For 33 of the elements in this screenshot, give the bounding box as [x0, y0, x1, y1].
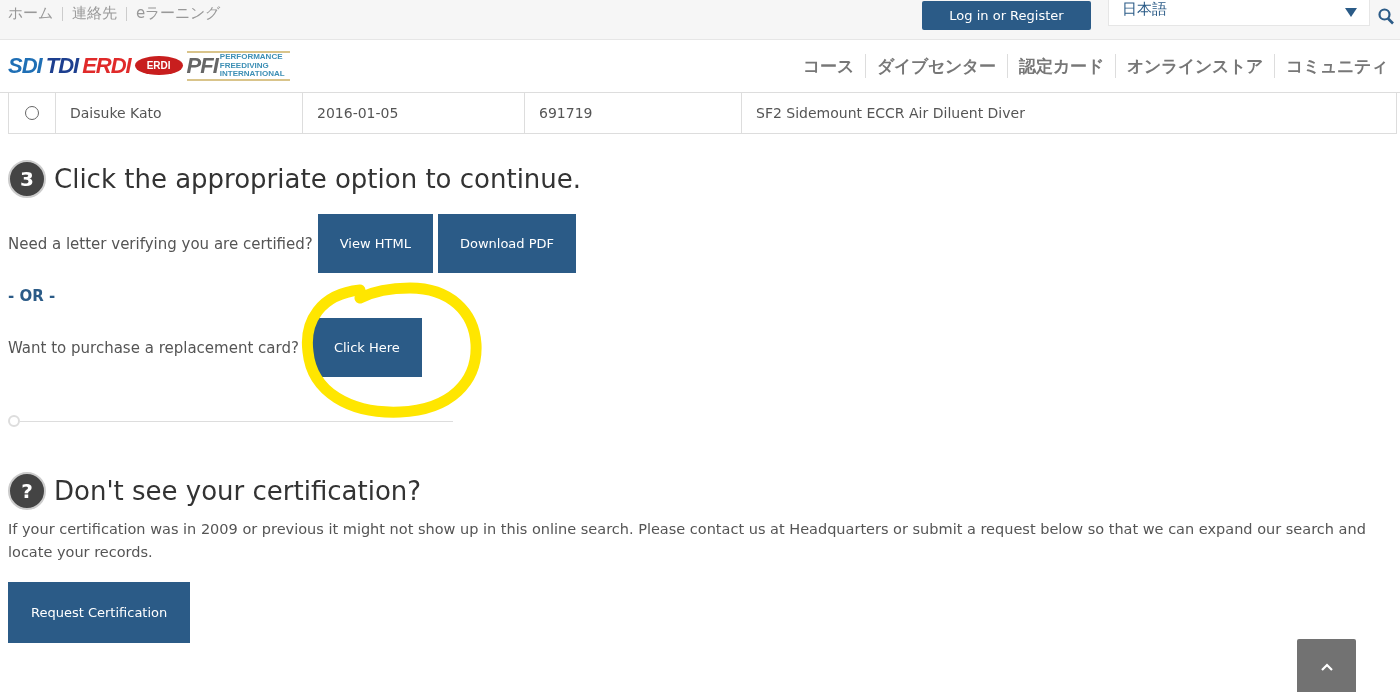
- step-badge: 3: [8, 160, 46, 198]
- top-link[interactable]: 連絡先: [72, 4, 117, 23]
- section-heading: Click the appropriate option to continue.: [54, 164, 582, 194]
- nav-link[interactable]: ダイブセンター: [877, 54, 996, 78]
- help-text: If your certification was in 2009 or previous it might not show up in this online search. Please contact us at Headquarters or submit a request below so that we can expand our search and locate your records.: [8, 520, 1367, 562]
- nav-link[interactable]: コース: [803, 54, 854, 78]
- click-here-button[interactable]: Click Here: [311, 318, 422, 377]
- section-heading: Don't see your certification?: [54, 476, 422, 506]
- table-cell: 691719: [539, 105, 593, 121]
- login-button[interactable]: Log in or Register: [922, 1, 1091, 30]
- caret-icon: [1345, 8, 1357, 17]
- nav-link[interactable]: オンラインストア: [1127, 54, 1263, 78]
- action-button[interactable]: View HTML: [317, 214, 433, 273]
- action-button[interactable]: Download PDF: [437, 214, 577, 273]
- prompt-text: Need a letter verifying you are certified?: [8, 234, 313, 253]
- top-link[interactable]: eラーニング: [136, 4, 221, 23]
- chevron-up-icon: [1320, 663, 1333, 671]
- logo[interactable]: ERDI: [82, 53, 131, 79]
- logo[interactable]: SDI: [8, 53, 42, 79]
- top-link[interactable]: ホーム: [8, 4, 53, 23]
- nav-link[interactable]: コミュニティ: [1286, 54, 1388, 78]
- logo[interactable]: TDI: [45, 53, 79, 79]
- nav-link[interactable]: 認定カード: [1019, 54, 1104, 78]
- table-cell: Daisuke Kato: [70, 105, 162, 121]
- language-select[interactable]: 日本語: [1108, 0, 1370, 26]
- table-cell: 2016-01-05: [317, 105, 399, 121]
- prompt-text: Want to purchase a replacement card?: [8, 338, 299, 357]
- logo[interactable]: ERDI: [134, 56, 183, 76]
- or-label: - OR -: [8, 287, 57, 305]
- request-certification-button[interactable]: Request Certification: [8, 582, 191, 643]
- table-cell: SF2 Sidemount ECCR Air Diluent Diver: [756, 105, 1025, 121]
- help-badge: ?: [8, 472, 46, 510]
- search-icon[interactable]: [1378, 8, 1394, 25]
